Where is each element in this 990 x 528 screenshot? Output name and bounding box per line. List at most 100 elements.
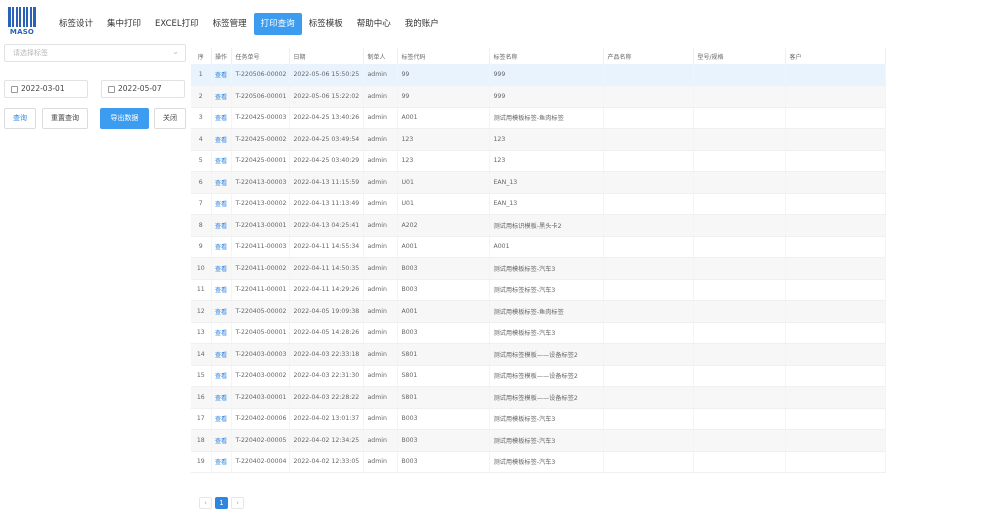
nav-item-3[interactable]: 标签管理 [206, 13, 254, 35]
prev-page-button[interactable]: ‹ [199, 497, 212, 509]
nav-item-0[interactable]: 标签设计 [52, 13, 100, 35]
table-row[interactable]: 9 查看 T-220411-00003 2022-04-11 14:55:34 admi… [191, 236, 886, 258]
column-header[interactable]: 标签名称 [489, 48, 604, 64]
table-cell [785, 408, 886, 430]
table-cell: 查看 [211, 107, 232, 129]
main-nav: 标签设计 集中打印 EXCEL打印 标签管理 打印查询 标签模板 帮助中心 我的账户 [52, 13, 446, 35]
view-link[interactable]: 查看 [215, 395, 227, 402]
view-link[interactable]: 查看 [215, 373, 227, 380]
date-from-value: 2022-03-01 [21, 84, 65, 93]
maso-logo[interactable]: MASO [8, 7, 36, 39]
column-header[interactable]: 产品名称 [603, 48, 694, 64]
table-cell: 2022-04-02 12:33:05 [289, 451, 364, 473]
view-link[interactable]: 查看 [215, 158, 227, 165]
date-from-input[interactable]: 2022-03-01 [4, 80, 88, 98]
table-row[interactable]: 2 查看 T-220506-00001 2022-05-06 15:22:02 admi… [191, 85, 886, 108]
table-cell: A001 [397, 107, 490, 129]
table-cell [693, 193, 786, 215]
close-button[interactable]: 关闭 [154, 108, 186, 129]
nav-item-4[interactable]: 打印查询 [253, 13, 302, 35]
table-row[interactable]: 19 查看 T-220402-00004 2022-04-02 12:33:05 adm… [191, 451, 886, 473]
date-to-input[interactable]: 2022-05-07 [101, 80, 185, 98]
table-row[interactable]: 17 查看 T-220402-00006 2022-04-02 13:01:37 adm… [191, 408, 886, 430]
nav-item-6[interactable]: 帮助中心 [350, 13, 398, 35]
table-row[interactable]: 11 查看 T-220411-00001 2022-04-11 14:29:26 adm… [191, 279, 886, 301]
table-cell: admin [363, 107, 398, 129]
column-header[interactable]: 序 [191, 48, 212, 64]
table-row[interactable]: 18 查看 T-220402-00005 2022-04-02 12:34:25 adm… [191, 429, 886, 452]
table-cell: admin [363, 408, 398, 430]
table-cell [603, 451, 694, 473]
column-header[interactable]: 客户 [785, 48, 886, 64]
table-cell [603, 322, 694, 344]
table-cell: 查看 [211, 128, 232, 151]
column-header[interactable]: 型号/规格 [693, 48, 786, 64]
column-header[interactable]: 日期 [289, 48, 364, 64]
view-link[interactable]: 查看 [215, 416, 227, 423]
table-cell: B003 [397, 279, 490, 301]
table-cell: T-220413-00002 [231, 193, 290, 215]
view-link[interactable]: 查看 [215, 309, 227, 316]
table-row[interactable]: 14 查看 T-220403-00003 2022-04-03 22:33:18 adm… [191, 343, 886, 366]
next-page-button[interactable]: › [231, 497, 244, 509]
table-cell: U01 [397, 171, 490, 194]
requery-button[interactable]: 重置查询 [42, 108, 88, 129]
table-cell: 999 [489, 64, 604, 86]
view-link[interactable]: 查看 [215, 244, 227, 251]
table-cell: admin [363, 386, 398, 409]
column-header[interactable]: 任务单号 [231, 48, 290, 64]
table-cell: 查看 [211, 365, 232, 387]
table-row[interactable]: 3 查看 T-220425-00003 2022-04-25 13:40:26 admi… [191, 107, 886, 129]
view-link[interactable]: 查看 [215, 438, 227, 445]
page-1-button[interactable]: 1 [215, 497, 228, 509]
table-cell: 测试用模板标签-汽车3 [489, 257, 604, 280]
table-row[interactable]: 6 查看 T-220413-00003 2022-04-13 11:15:59 admi… [191, 171, 886, 194]
view-link[interactable]: 查看 [215, 115, 227, 122]
table-row[interactable]: 1 查看 T-220506-00002 2022-05-06 15:50:25 admi… [191, 64, 886, 86]
view-link[interactable]: 查看 [215, 201, 227, 208]
table-cell: B003 [397, 322, 490, 344]
table-row[interactable]: 4 查看 T-220425-00002 2022-04-25 03:49:54 admi… [191, 128, 886, 151]
table-cell [785, 300, 886, 323]
table-cell: 查看 [211, 451, 232, 473]
table-cell: T-220403-00001 [231, 386, 290, 409]
column-header[interactable]: 制单人 [363, 48, 398, 64]
table-cell [693, 150, 786, 172]
nav-item-2[interactable]: EXCEL打印 [148, 13, 206, 35]
table-cell: 测试用模板标签-汽车3 [489, 451, 604, 473]
nav-item-5[interactable]: 标签模板 [302, 13, 350, 35]
export-button[interactable]: 导出数据 [100, 108, 149, 129]
barcode-icon [8, 7, 36, 27]
view-link[interactable]: 查看 [215, 352, 227, 359]
view-link[interactable]: 查看 [215, 223, 227, 230]
table-row[interactable]: 13 查看 T-220405-00001 2022-04-05 14:28:26 adm… [191, 322, 886, 344]
logo-text: MASO [9, 28, 35, 36]
table-cell: T-220403-00003 [231, 343, 290, 366]
table-cell: T-220403-00002 [231, 365, 290, 387]
table-row[interactable]: 8 查看 T-220413-00001 2022-04-13 04:25:41 admi… [191, 214, 886, 237]
nav-item-7[interactable]: 我的账户 [398, 13, 446, 35]
view-link[interactable]: 查看 [215, 94, 227, 101]
column-header[interactable]: 操作 [211, 48, 232, 64]
label-select[interactable]: 请选择标签 ⌄ [4, 44, 186, 62]
table-cell [603, 343, 694, 366]
nav-item-1[interactable]: 集中打印 [100, 13, 148, 35]
view-link[interactable]: 查看 [215, 266, 227, 273]
view-link[interactable]: 查看 [215, 287, 227, 294]
table-row[interactable]: 15 查看 T-220403-00002 2022-04-03 22:31:30 adm… [191, 365, 886, 387]
view-link[interactable]: 查看 [215, 459, 227, 466]
view-link[interactable]: 查看 [215, 72, 227, 79]
table-row[interactable]: 16 查看 T-220403-00001 2022-04-03 22:28:22 adm… [191, 386, 886, 409]
table-cell: 2022-04-02 13:01:37 [289, 408, 364, 430]
table-cell: 测试用模板标签-鱼肉标签 [489, 107, 604, 129]
table-cell: admin [363, 85, 398, 108]
table-row[interactable]: 5 查看 T-220425-00001 2022-04-25 03:40:29 admi… [191, 150, 886, 172]
table-row[interactable]: 10 查看 T-220411-00002 2022-04-11 14:50:35 adm… [191, 257, 886, 280]
column-header[interactable]: 标签代码 [397, 48, 490, 64]
view-link[interactable]: 查看 [215, 137, 227, 144]
view-link[interactable]: 查看 [215, 330, 227, 337]
query-button[interactable]: 查询 [4, 108, 36, 129]
table-row[interactable]: 7 查看 T-220413-00002 2022-04-13 11:13:49 admi… [191, 193, 886, 215]
view-link[interactable]: 查看 [215, 180, 227, 187]
table-row[interactable]: 12 查看 T-220405-00002 2022-04-05 19:09:38 adm… [191, 300, 886, 323]
